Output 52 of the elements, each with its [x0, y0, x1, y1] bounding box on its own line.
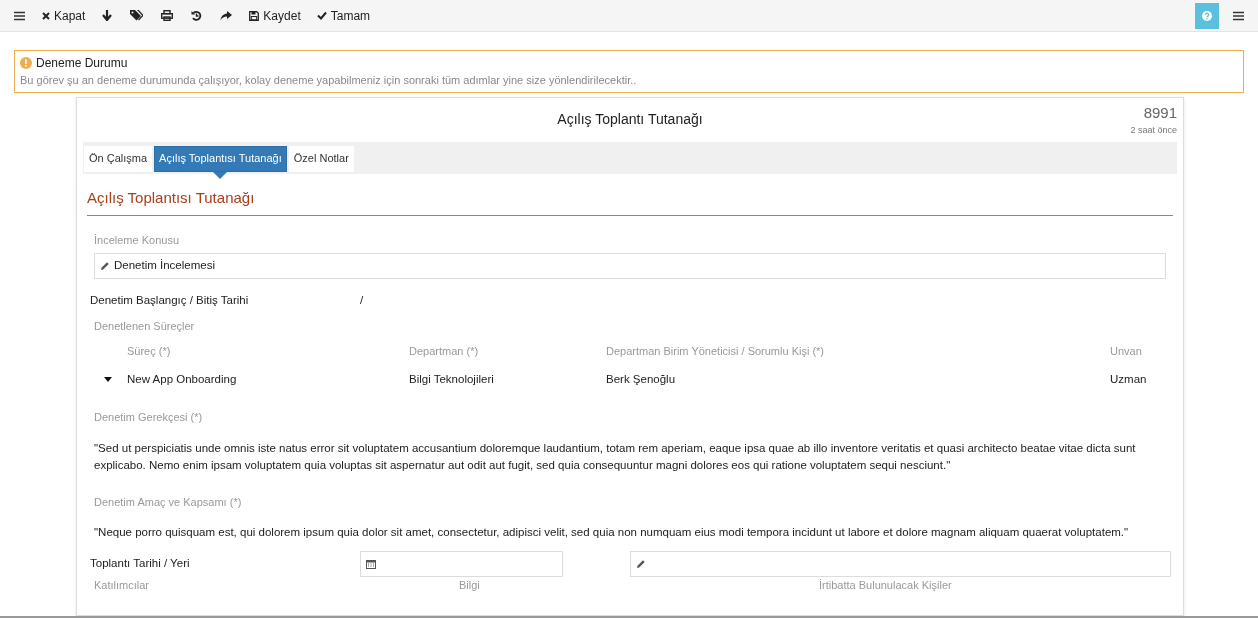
field-label: İnceleme Konusu: [94, 233, 180, 248]
close-button[interactable]: Kapat: [37, 3, 91, 28]
tags-icon[interactable]: [130, 10, 144, 21]
field-label: Toplantı Tarihi / Yeri: [90, 556, 191, 572]
table-cell-text: Berk Şenoğlu: [606, 371, 677, 387]
done-button[interactable]: Tamam: [311, 3, 376, 28]
subject-field[interactable]: Denetim İncelemesi: [94, 252, 1166, 279]
column-header: Unvan: [1110, 344, 1143, 360]
calendar-icon: [366, 559, 376, 569]
date-field[interactable]: [360, 551, 563, 577]
date-value: /: [360, 292, 364, 308]
location-field[interactable]: [630, 551, 1171, 577]
history-icon[interactable]: [191, 10, 203, 21]
table-cell-text: Uzman: [1110, 371, 1148, 387]
check-icon: [316, 11, 327, 20]
save-button[interactable]: Kaydet: [244, 3, 306, 28]
close-icon: [42, 11, 50, 20]
notice-text: Bu görev şu an deneme durumunda çalışıyor, kolay deneme yapabilmeniz için sonraki tüm adımlar yine size yönlendirilecektir..: [20, 73, 638, 88]
down-arrow-icon[interactable]: [102, 10, 113, 21]
field-label: Denetim Amaç ve Kapsamı (*): [94, 494, 243, 510]
table-cell-text: New App Onboarding: [127, 371, 238, 387]
column-header: İrtibatta Bulunulacak Kişiler: [819, 579, 953, 592]
share-arrow-icon[interactable]: [220, 10, 233, 21]
tab[interactable]: Özel Notlar: [288, 145, 354, 172]
warning-icon: [20, 57, 32, 69]
field-label: Denetlenen Süreçler: [94, 318, 196, 334]
column-header: Departman Birim Yöneticisi / Sorumlu Kişi (*): [606, 344, 826, 360]
column-header: Süreç (*): [127, 344, 172, 360]
document-time: 2 saat önce: [1130, 124, 1177, 137]
document-number: 8991: [1143, 102, 1177, 123]
print-icon[interactable]: [161, 10, 174, 21]
notice-title: Deneme Durumu: [36, 55, 128, 72]
column-header: Bilgi: [459, 579, 481, 592]
pencil-icon: [636, 559, 646, 569]
field-label: Denetim Başlangıç / Bitiş Tarihi: [90, 292, 250, 308]
menu-icon[interactable]: [1233, 10, 1244, 21]
caret-down-icon[interactable]: [104, 376, 112, 382]
pencil-icon: [100, 260, 110, 271]
menu-icon[interactable]: [14, 10, 25, 21]
reason-text: "Sed ut perspiciatis unde omnis iste natus error sit voluptatem accusantium doloremque laudantium, totam rem aperiam, eaque ipsa quae ab illo inventore veritatis et quasi architecto beatae vitae dicta sunt explicabo. Nemo enim ipsam voluptatem quia voluptas sit aspernatur aut odit aut fugit, sed quia consequuntur magni dolores eos qui ratione voluptatem sequi nesciunt.": [94, 440, 1137, 473]
table-cell-text: Bilgi Teknolojileri: [409, 371, 495, 387]
field-label: Denetim Gerekçesi (*): [94, 410, 204, 425]
scope-text: "Neque porro quisquam est, qui dolorem ipsum quia dolor sit amet, consectetur, adipisci velit, sed quia non numquam eius modi tempora incidunt ut labore et dolore magnam aliquam quaerat voluptatem.": [94, 525, 1130, 540]
document-title: Açılış Toplantı Tutanağı: [557, 110, 703, 129]
tab[interactable]: Açılış Toplantısı Tutanağı: [154, 145, 287, 172]
column-header: Departman (*): [409, 344, 480, 360]
section-title: Açılış Toplantısı Tutanağı: [87, 173, 1173, 216]
help-icon: [1202, 10, 1212, 21]
save-icon: [249, 10, 260, 21]
tab[interactable]: Ön Çalışma: [84, 145, 153, 172]
column-header: Katılımcılar: [94, 579, 150, 592]
tab-pointer: [213, 171, 228, 179]
